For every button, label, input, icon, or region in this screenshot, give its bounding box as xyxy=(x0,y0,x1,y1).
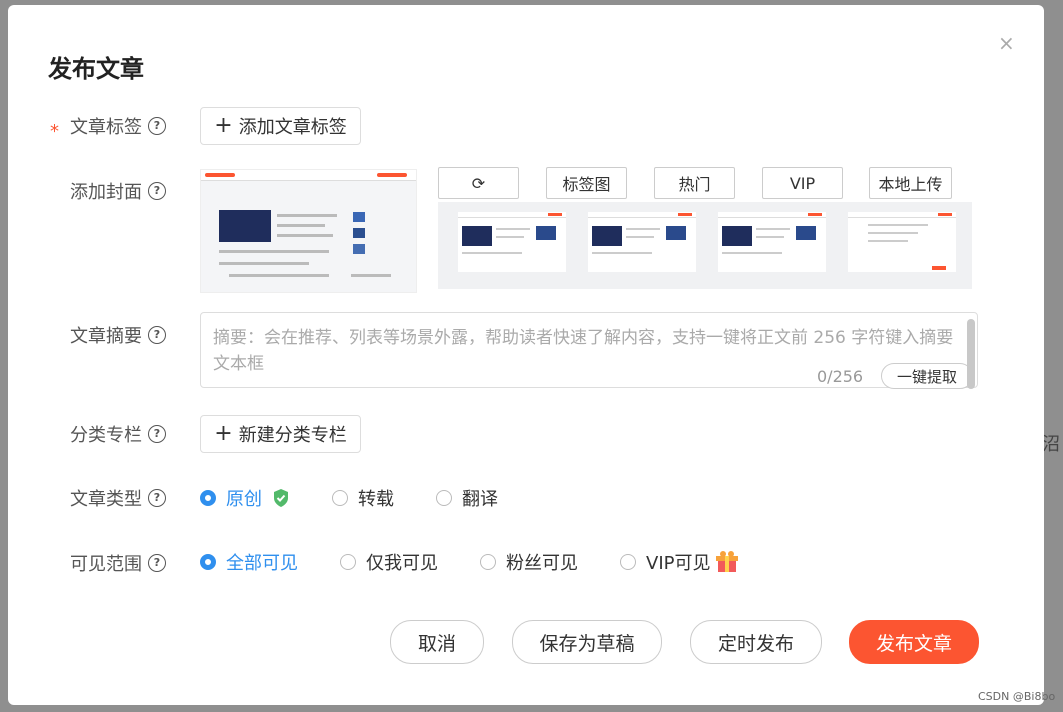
help-icon[interactable]: ? xyxy=(148,117,166,135)
radio-fans-only[interactable]: 粉丝可见 xyxy=(480,549,578,575)
cover-label-row: 添加封面 ? xyxy=(70,178,166,204)
help-icon[interactable]: ? xyxy=(148,554,166,572)
save-draft-button[interactable]: 保存为草稿 xyxy=(512,620,662,664)
category-label-row: 分类专栏 ? xyxy=(70,421,166,447)
cover-thumbnail[interactable] xyxy=(848,212,956,272)
shield-check-icon xyxy=(274,489,288,507)
publish-article-button[interactable]: 发布文章 xyxy=(849,620,979,664)
summary-label: 文章摘要 xyxy=(70,326,142,347)
summary-scrollbar[interactable] xyxy=(967,319,975,389)
radio-original[interactable]: 原创 xyxy=(200,485,290,511)
cover-tab-local-upload[interactable]: 本地上传 xyxy=(869,167,952,199)
help-icon[interactable]: ? xyxy=(148,182,166,200)
background-text-fragment: 沼 xyxy=(1042,434,1060,455)
cover-thumbnail[interactable] xyxy=(458,212,566,272)
gift-icon xyxy=(716,551,739,572)
cover-label: 添加封面 xyxy=(70,182,142,203)
summary-textarea[interactable]: 摘要：会在推荐、列表等场景外露，帮助读者快速了解内容，支持一键将正文前 256 … xyxy=(200,312,978,389)
visibility-radio-group: 全部可见 仅我可见 粉丝可见 VIP可见 xyxy=(200,549,742,575)
category-label: 分类专栏 xyxy=(70,425,142,446)
visibility-label-row: 可见范围 ? xyxy=(70,550,166,576)
add-tag-button[interactable]: + 添加文章标签 xyxy=(200,107,361,145)
radio-label: 原创 xyxy=(226,489,262,510)
csdn-watermark: CSDN @Bi8bo xyxy=(978,690,1056,703)
new-category-label: 新建分类专栏 xyxy=(238,425,347,446)
radio-all-visible[interactable]: 全部可见 xyxy=(200,549,298,575)
tags-label: 文章标签 xyxy=(70,117,142,138)
radio-label: 翻译 xyxy=(462,489,498,510)
cover-tab-tag-image[interactable]: 标签图 xyxy=(546,167,627,199)
cover-thumbnail-strip xyxy=(438,202,972,289)
one-click-extract-button[interactable]: 一键提取 xyxy=(881,363,973,389)
radio-circle xyxy=(340,554,356,570)
new-category-button[interactable]: + 新建分类专栏 xyxy=(200,415,361,453)
radio-label: VIP可见 xyxy=(646,553,711,574)
visibility-label: 可见范围 xyxy=(70,554,142,575)
article-type-radio-group: 原创 转载 翻译 xyxy=(200,485,498,511)
radio-circle xyxy=(200,554,216,570)
tags-label-row: 文章标签 ? xyxy=(70,113,166,139)
dialog-title: 发布文章 xyxy=(48,55,144,83)
summary-char-count: 0/256 xyxy=(817,367,864,386)
schedule-publish-button[interactable]: 定时发布 xyxy=(690,620,822,664)
radio-vip-visible[interactable]: VIP可见 xyxy=(620,549,742,575)
radio-label: 粉丝可见 xyxy=(506,553,578,574)
radio-label: 仅我可见 xyxy=(366,553,438,574)
refresh-icon: ⟳ xyxy=(471,173,486,193)
plus-icon: + xyxy=(214,421,233,446)
publish-article-dialog: × 发布文章 * 文章标签 ? + 添加文章标签 添加封面 ? ⟳ 标签图 热门… xyxy=(8,5,1044,705)
help-icon[interactable]: ? xyxy=(148,425,166,443)
cover-preview-image[interactable] xyxy=(200,169,417,293)
help-icon[interactable]: ? xyxy=(148,326,166,344)
radio-circle xyxy=(200,490,216,506)
summary-label-row: 文章摘要 ? xyxy=(70,322,166,348)
cover-thumbnail[interactable] xyxy=(588,212,696,272)
radio-only-me[interactable]: 仅我可见 xyxy=(340,549,438,575)
plus-icon: + xyxy=(214,113,233,138)
cancel-button[interactable]: 取消 xyxy=(390,620,484,664)
radio-repost[interactable]: 转载 xyxy=(332,485,394,511)
cover-tab-hot[interactable]: 热门 xyxy=(654,167,735,199)
radio-circle xyxy=(332,490,348,506)
cover-thumbnail[interactable] xyxy=(718,212,826,272)
radio-circle xyxy=(436,490,452,506)
article-type-label-row: 文章类型 ? xyxy=(70,485,166,511)
radio-circle xyxy=(620,554,636,570)
required-mark: * xyxy=(50,121,59,142)
radio-circle xyxy=(480,554,496,570)
close-icon[interactable]: × xyxy=(998,33,1015,53)
cover-tab-vip[interactable]: VIP xyxy=(762,167,843,199)
refresh-cover-button[interactable]: ⟳ xyxy=(438,167,519,199)
add-tag-label: 添加文章标签 xyxy=(238,117,347,138)
radio-translate[interactable]: 翻译 xyxy=(436,485,498,511)
radio-label: 全部可见 xyxy=(226,553,298,574)
help-icon[interactable]: ? xyxy=(148,489,166,507)
radio-label: 转载 xyxy=(358,489,394,510)
article-type-label: 文章类型 xyxy=(70,489,142,510)
